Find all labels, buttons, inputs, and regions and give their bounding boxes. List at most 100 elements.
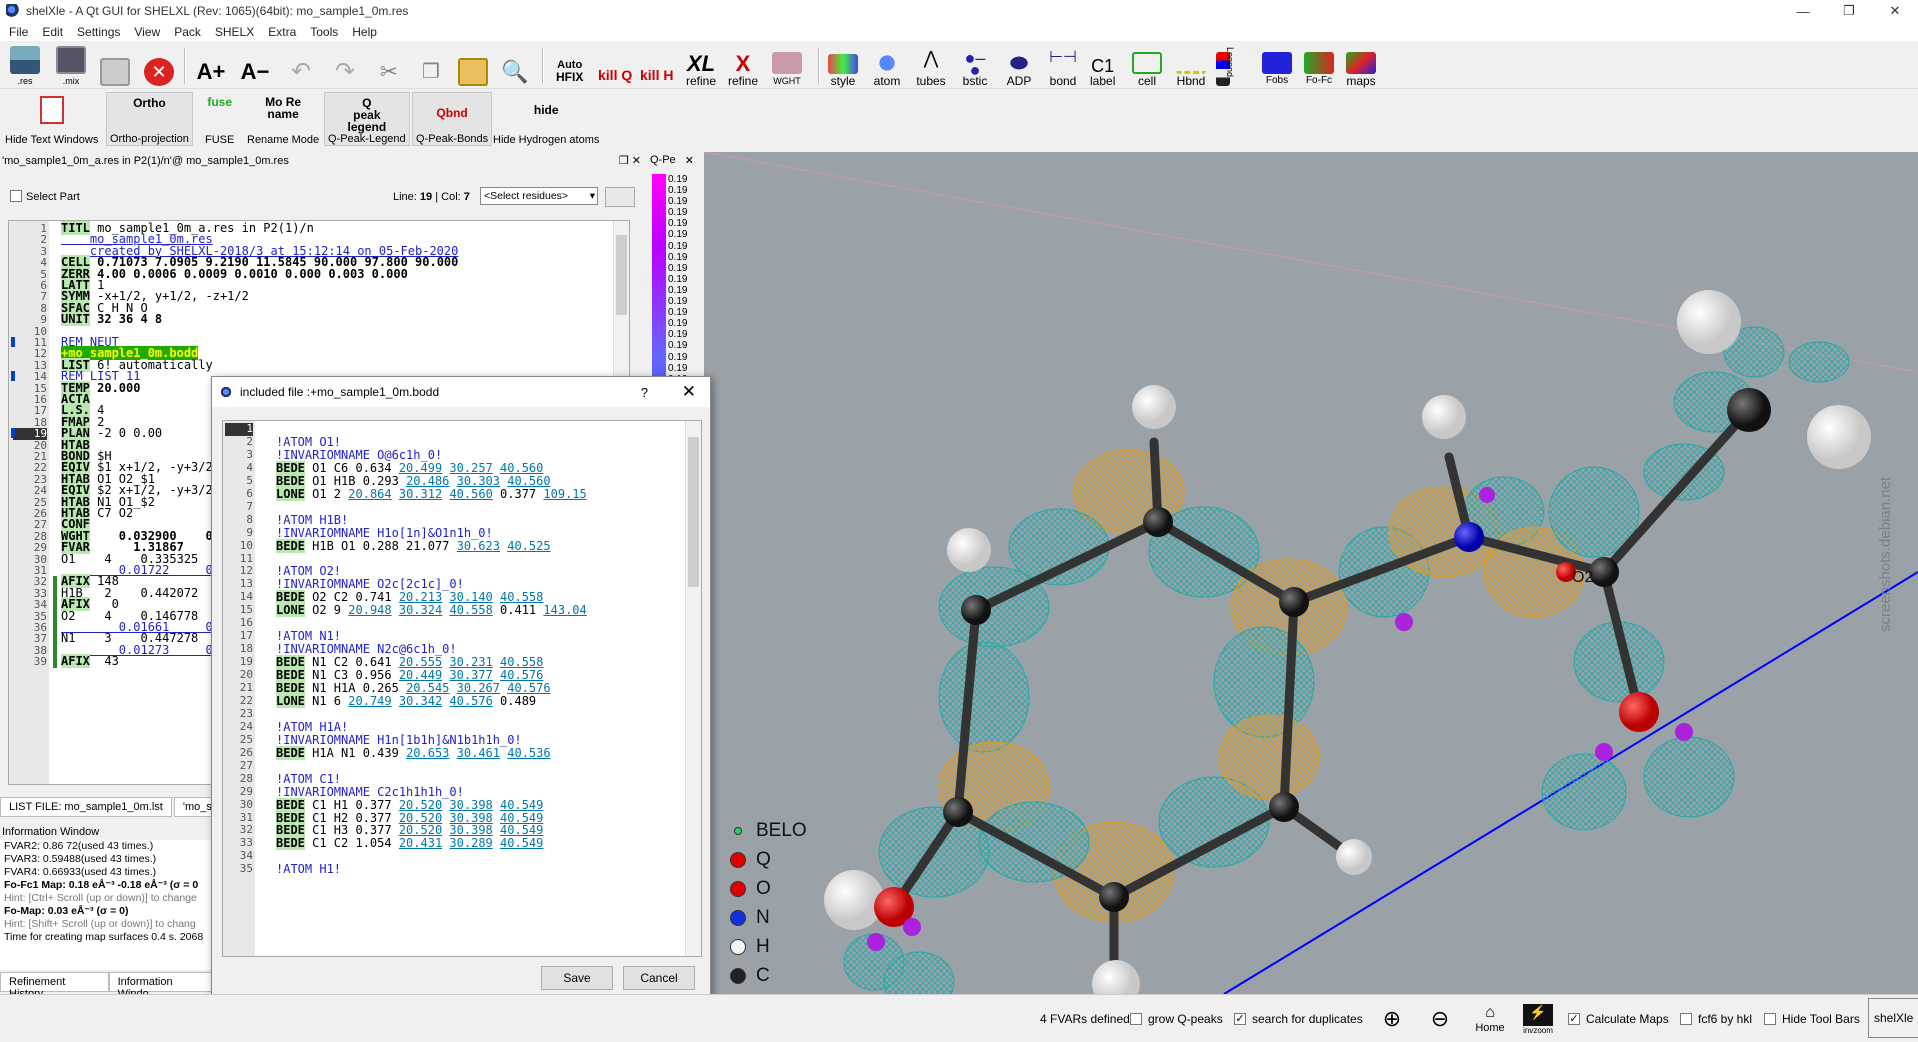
q-peak-legend-button[interactable]: Q peak legend Q-Peak-Legend: [324, 92, 410, 146]
select-part-checkbox[interactable]: [10, 190, 22, 202]
menu-tools[interactable]: Tools: [303, 25, 345, 39]
fobs-button[interactable]: Fobs: [1262, 45, 1292, 87]
xl-refine-red-button[interactable]: Xrefine: [728, 45, 758, 88]
home-icon: ⌂: [1485, 1004, 1495, 1021]
residue-select[interactable]: <Select residues> ▾: [480, 187, 598, 205]
save-button[interactable]: Save: [541, 966, 613, 990]
calculate-maps-checkbox[interactable]: [1568, 1012, 1580, 1025]
xl-refine-button[interactable]: XL refine: [686, 45, 716, 88]
kill-q-button[interactable]: kill Q: [598, 45, 632, 87]
hide-hydrogen-button[interactable]: hide Hide Hydrogen atoms: [490, 92, 602, 146]
fobs-map-icon: [1262, 52, 1292, 74]
molecule-viewport[interactable]: O2 screenshots.debian.net: [704, 152, 1918, 994]
q-peak-bonds-button[interactable]: Qbnd Q-Peak-Bonds: [412, 92, 493, 146]
bodd-editor[interactable]: 1 2 !ATOM O1! 3 !INVARIOMNAME O@6c1h_0! 4 BEDE…: [222, 420, 702, 957]
menu-edit[interactable]: Edit: [35, 25, 70, 39]
search-duplicates-toggle[interactable]: search for duplicates: [1234, 995, 1363, 1042]
editor-dock-close-icon[interactable]: ❐ ✕: [619, 152, 641, 170]
rename-mode-button[interactable]: Mo Re name Rename Mode: [244, 92, 322, 146]
find-button[interactable]: 🔍: [500, 45, 530, 87]
auto-hfix-button[interactable]: Auto HFIX: [556, 45, 583, 87]
cell-button[interactable]: cell: [1132, 45, 1162, 87]
fofc-button[interactable]: Fo-Fc: [1304, 45, 1334, 87]
cancel-button[interactable]: Cancel: [623, 966, 695, 990]
code-line[interactable]: 10 BEDE H1B O1 0.288 21.077 30.623 40.525: [223, 538, 701, 553]
legend-item-n: N: [730, 907, 770, 929]
tubes-button[interactable]: ⋀ tubes: [916, 45, 946, 87]
hide-toolbars-toggle[interactable]: Hide Tool Bars: [1764, 995, 1860, 1042]
grow-q-peaks-toggle[interactable]: grow Q-peaks: [1130, 995, 1223, 1042]
tab-refinement-history[interactable]: Refinement History: [0, 972, 109, 1000]
maps-button[interactable]: maps: [1346, 45, 1376, 87]
copy-button[interactable]: ❐: [416, 45, 446, 87]
search-duplicates-checkbox[interactable]: [1234, 1012, 1246, 1025]
tubes-icon: ⋀: [923, 48, 939, 68]
invzoom-button[interactable]: ⚡ invzoom: [1520, 1000, 1556, 1038]
hbnd-button[interactable]: Hbnd: [1176, 45, 1206, 87]
code-line[interactable]: 35 !ATOM H1!: [223, 862, 701, 876]
menu-settings[interactable]: Settings: [70, 25, 127, 39]
save-mix-button[interactable]: .mix: [56, 45, 86, 87]
font-smaller-button[interactable]: A−: [240, 45, 270, 87]
code-line[interactable]: 22 LONE N1 6 20.749 30.342 40.576 0.489: [223, 693, 701, 708]
chevron-down-icon: ▾: [589, 190, 595, 202]
hide-toolbars-checkbox[interactable]: [1764, 1012, 1776, 1025]
save-button[interactable]: [100, 45, 130, 87]
restore-button[interactable]: ❐: [1826, 0, 1872, 22]
bstic-button[interactable]: ●–● bstic: [960, 45, 990, 87]
code-line[interactable]: 15 LONE O2 9 20.948 30.324 40.558 0.411 1…: [223, 603, 701, 618]
wght-button[interactable]: WGHT: [772, 45, 802, 87]
menu-view[interactable]: View: [127, 25, 167, 39]
grow-q-peaks-checkbox[interactable]: [1130, 1012, 1142, 1025]
zoom-out-button[interactable]: ⊖: [1422, 1000, 1458, 1038]
q-peak-panel-close[interactable]: ✕: [685, 154, 694, 167]
tab-information-window[interactable]: Information Windo: [108, 972, 213, 1000]
menu-help[interactable]: Help: [345, 25, 384, 39]
code-line[interactable]: 33 BEDE C1 C2 1.054 20.431 30.289 40.549: [223, 836, 701, 851]
kill-h-button[interactable]: kill H: [640, 45, 673, 87]
menu-extra[interactable]: Extra: [261, 25, 303, 39]
minimize-button[interactable]: —: [1780, 0, 1826, 22]
legend-swatch-icon: [730, 881, 746, 897]
font-larger-button[interactable]: A+: [196, 45, 226, 87]
q-peak-value: 0.19: [668, 251, 688, 263]
menu-shelx[interactable]: SHELX: [208, 25, 261, 39]
menu-pack[interactable]: Pack: [167, 25, 208, 39]
dialog-help-button[interactable]: ?: [641, 385, 648, 400]
legend-swatch-icon: [730, 910, 746, 926]
open-res-button[interactable]: .res: [10, 45, 40, 87]
dialog-close-button[interactable]: ✕: [682, 382, 696, 402]
legend-button[interactable]: Legend: [1216, 45, 1235, 87]
adp-button[interactable]: ADP: [1004, 45, 1034, 87]
hide-text-windows-button[interactable]: Hide Text Windows: [2, 92, 101, 146]
code-line[interactable]: 6 LONE O1 2 20.864 30.312 40.560 0.377 10…: [223, 486, 701, 501]
zoom-in-button[interactable]: ⊕: [1374, 1000, 1410, 1038]
code-line[interactable]: 26 BEDE H1A N1 0.439 20.653 30.461 40.536: [223, 745, 701, 760]
cut-button[interactable]: ✂: [374, 45, 404, 87]
atom-button[interactable]: atom: [872, 45, 902, 87]
close-window-button[interactable]: ✕: [1872, 0, 1918, 22]
ortho-projection-button[interactable]: Ortho Ortho-projection: [106, 92, 193, 146]
editor-extra-button[interactable]: [605, 187, 635, 207]
info-line: Hint: [Ctrl+ Scroll (up or down)] to cha…: [4, 892, 197, 904]
bond-button[interactable]: ⊢⊣ bond: [1048, 45, 1078, 88]
shelxle-button[interactable]: shelXle: [1868, 998, 1918, 1038]
menu-file[interactable]: File: [2, 25, 35, 39]
fcf6-toggle[interactable]: fcf6 by hkl: [1680, 995, 1752, 1042]
fuse-button[interactable]: fuse FUSE: [202, 92, 237, 146]
fcf6-checkbox[interactable]: [1680, 1012, 1692, 1025]
undo-icon: ↶: [290, 58, 312, 85]
q-peak-value: 0.19: [668, 307, 688, 319]
calculate-maps-toggle[interactable]: Calculate Maps: [1568, 995, 1669, 1042]
legend-label: C: [756, 965, 770, 986]
style-button[interactable]: style: [828, 45, 858, 87]
label-button[interactable]: C1 label: [1090, 45, 1115, 87]
paste-button[interactable]: [458, 45, 488, 87]
stop-button[interactable]: ✕: [144, 45, 174, 87]
undo-button[interactable]: ↶: [286, 45, 316, 87]
code-line[interactable]: 9 UNIT 32 36 4 8: [9, 312, 629, 327]
redo-button[interactable]: ↷: [330, 45, 360, 87]
home-button[interactable]: ⌂ Home: [1472, 1000, 1508, 1038]
tab-list-file[interactable]: LIST FILE: mo_sample1_0m.lst: [0, 797, 172, 817]
bottom-tabs: Refinement History Information Windo: [0, 972, 213, 1000]
